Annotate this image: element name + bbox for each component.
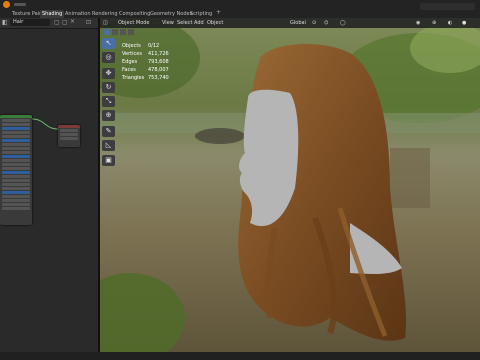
select-invert-icon[interactable]	[128, 29, 134, 35]
shading-mode-icon[interactable]: ●	[462, 19, 466, 27]
material-output-node[interactable]	[58, 125, 80, 147]
menu-file-icon[interactable]	[14, 3, 26, 6]
annotate-icon[interactable]: ✎	[102, 126, 115, 137]
object-mode-dropdown[interactable]: Object Mode	[118, 19, 150, 27]
stat-row: Faces 478,007	[122, 66, 169, 74]
menu-view[interactable]: View	[162, 19, 174, 27]
pin-icon[interactable]: ⊡	[86, 19, 91, 26]
stat-row: Edges 793,608	[122, 58, 169, 66]
rotate-icon[interactable]: ↻	[102, 82, 115, 93]
status-bar	[0, 352, 480, 360]
stat-label: Faces	[122, 67, 136, 73]
stat-value: 753,740	[148, 75, 169, 81]
blender-logo-icon[interactable]	[3, 1, 10, 8]
viewport-subheader	[104, 29, 144, 36]
stat-row: Vertices 411,726	[122, 50, 169, 58]
select-box-icon[interactable]	[104, 29, 110, 35]
material-browse-icon[interactable]: ▢	[54, 19, 60, 26]
stat-value: 0/12	[148, 43, 160, 49]
pivot-point-icon[interactable]: ⊙	[312, 19, 316, 27]
material-name-field[interactable]: Hair	[10, 19, 50, 26]
stat-label: Edges	[122, 59, 138, 65]
add-cube-icon[interactable]: ▣	[102, 155, 115, 166]
tab-scripting[interactable]: Scripting	[190, 10, 212, 18]
stat-label: Objects	[122, 43, 141, 49]
select-cursor-icon[interactable]: ↖	[102, 38, 115, 49]
scale-icon[interactable]: ⤡	[102, 96, 115, 107]
move-icon[interactable]: ✥	[102, 68, 115, 79]
node-canvas[interactable]	[0, 29, 98, 360]
shader-editor-header: ◧ Hair ▢ ▢ × ⊡	[0, 18, 98, 29]
viewport-header: ◫ Object Mode View Select Add Object Glo…	[100, 18, 480, 28]
overlay-icon[interactable]: ◐	[448, 19, 452, 27]
scene-statistics: Objects 0/12 Vertices 411,726 Edges 793,608…	[122, 42, 169, 82]
material-new-icon[interactable]: ▢	[62, 19, 68, 26]
transform-orientation-dropdown[interactable]: Global	[290, 19, 306, 27]
select-subtract-icon[interactable]	[120, 29, 126, 35]
cursor-icon[interactable]: ◎	[102, 52, 115, 63]
tab-geometry-nodes[interactable]: Geometry Nodes	[150, 10, 192, 18]
tab-rendering[interactable]: Rendering	[92, 10, 118, 18]
stat-value: 478,007	[148, 67, 169, 73]
measure-icon[interactable]: ◺	[102, 140, 115, 151]
tool-shelf: ↖ ◎ ✥ ↻ ⤡ ⊕ ✎ ◺ ▣	[102, 38, 116, 166]
viewport-editor-type-icon[interactable]: ◫	[103, 19, 108, 27]
transform-icon[interactable]: ⊕	[102, 110, 115, 121]
editor-type-icon[interactable]: ◧	[2, 19, 8, 26]
menu-object[interactable]: Object	[207, 19, 223, 27]
proportional-edit-icon[interactable]: ◯	[340, 19, 346, 27]
menu-add[interactable]: Add	[194, 19, 204, 27]
add-workspace-icon[interactable]: +	[216, 9, 221, 16]
material-delete-icon[interactable]: ×	[70, 18, 75, 25]
stat-row: Objects 0/12	[122, 42, 169, 50]
principled-hair-node[interactable]	[0, 115, 32, 225]
snap-icon[interactable]: ⌬	[324, 19, 328, 27]
select-extend-icon[interactable]	[112, 29, 118, 35]
gizmo-icon[interactable]: ⊕	[432, 19, 436, 27]
stat-label: Vertices	[122, 51, 142, 57]
stat-value: 793,608	[148, 59, 169, 65]
stat-value: 411,726	[148, 51, 169, 57]
tab-shading[interactable]: Shading	[40, 10, 65, 18]
scene-selector[interactable]	[420, 3, 475, 10]
tab-compositing[interactable]: Compositing	[119, 10, 150, 18]
menu-select[interactable]: Select	[177, 19, 192, 27]
tab-animation[interactable]: Animation	[65, 10, 91, 18]
visibility-icon[interactable]: ◉	[416, 19, 420, 27]
top-bar: Texture Paint Shading Animation Renderin…	[0, 0, 480, 19]
stat-label: Triangles	[122, 75, 145, 81]
stat-row: Triangles 753,740	[122, 74, 169, 82]
